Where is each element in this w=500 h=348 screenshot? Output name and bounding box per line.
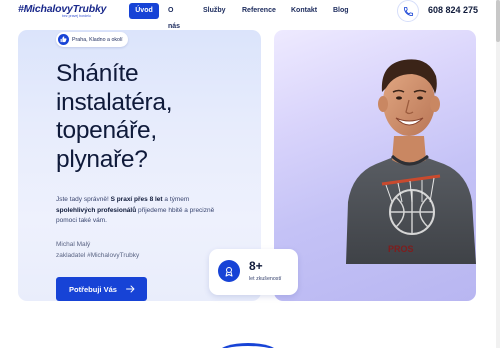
nav-item-reference[interactable]: Reference [242,3,276,19]
headline-line: Sháníte [56,60,139,87]
logo[interactable]: #MichalovyTrubky bez pravej bordelu [18,3,106,21]
cta-button[interactable]: Potřebuji Vás [56,277,147,301]
scrollbar[interactable] [496,0,500,348]
experience-label: let zkušeností [249,276,282,282]
desc-highlight: S praxí přes 8 let [110,196,163,203]
signature-name: Michal Malý [56,241,91,248]
experience-number: 8+ [249,259,263,273]
nav-item-kontakt[interactable]: Kontakt [291,3,317,19]
phone-number[interactable]: 608 824 275 [428,5,478,15]
location-badge: Praha, Kladno a okolí [56,32,128,47]
desc-highlight: spolehlivých profesionálů [56,206,137,214]
phone-button[interactable] [397,0,419,22]
signature: Michal Malý zakladatel #MichalovyTrubky [56,240,139,261]
phone-icon [403,6,413,16]
desc-text: Jste tady správně! [56,196,111,203]
photo-card: PROS [274,30,476,301]
nav-item-sluzby[interactable]: Služby [203,3,226,19]
page: #MichalovyTrubky bez pravej bordelu Úvod… [0,0,500,348]
nav-item-o-nas[interactable]: O nás [168,3,180,30]
desc-text: a týmem [162,196,190,203]
location-text: Praha, Kladno a okolí [72,36,123,43]
hero-description: Jste tady správně! S praxí přes 8 let a … [56,195,226,227]
nav-item-uvod[interactable]: Úvod [129,3,159,19]
award-icon [218,260,240,282]
hero-headline: Sháníte instalatéra, topenáře, plynaře? [56,60,256,174]
headline-line: instalatéra, [56,88,173,116]
scrollbar-thumb[interactable] [496,0,500,42]
logo-tagline: bez pravej bordelu [62,14,91,18]
experience-badge: 8+ let zkušeností [209,249,298,295]
headline-line: topenáře, [56,117,157,144]
svg-text:PROS: PROS [388,244,414,254]
signature-role: zakladatel #MichalovyTrubky [56,251,140,259]
cta-label: Potřebuji Vás [69,284,117,294]
founder-photo: PROS [346,59,476,264]
arrow-right-icon [126,285,135,293]
thumbs-up-icon [58,34,69,45]
nav-item-blog[interactable]: Blog [333,3,349,19]
next-section-decoration [218,343,278,348]
headline-line: plynaře? [56,145,148,173]
